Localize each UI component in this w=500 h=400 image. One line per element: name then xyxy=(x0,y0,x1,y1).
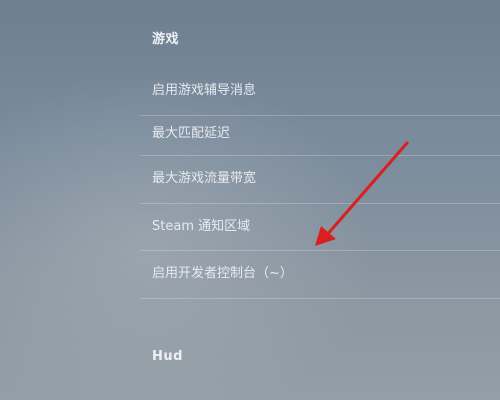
setting-enable-developer-console[interactable]: 启用开发者控制台（~） xyxy=(140,250,500,298)
setting-label: 启用开发者控制台（~） xyxy=(152,266,293,281)
setting-max-game-bandwidth[interactable]: 最大游戏流量带宽 xyxy=(140,155,500,203)
setting-max-matchmaking-ping[interactable]: 最大匹配延迟 xyxy=(140,110,500,158)
setting-label: 启用游戏辅导消息 xyxy=(152,83,257,98)
setting-steam-notification-area[interactable]: Steam 通知区域 xyxy=(140,203,500,251)
section-header-hud: Hud xyxy=(152,349,183,364)
setting-label: 最大游戏流量带宽 xyxy=(152,171,257,186)
row-divider xyxy=(140,298,500,299)
setting-label: 最大匹配延迟 xyxy=(152,126,231,141)
section-header-game: 游戏 xyxy=(152,32,180,47)
setting-enable-game-instructor-messages[interactable]: 启用游戏辅导消息 xyxy=(140,67,500,115)
setting-label: Steam 通知区域 xyxy=(152,219,251,234)
settings-panel: 游戏 启用游戏辅导消息 最大匹配延迟 最大游戏流量带宽 Steam 通知区域 启… xyxy=(0,0,500,400)
